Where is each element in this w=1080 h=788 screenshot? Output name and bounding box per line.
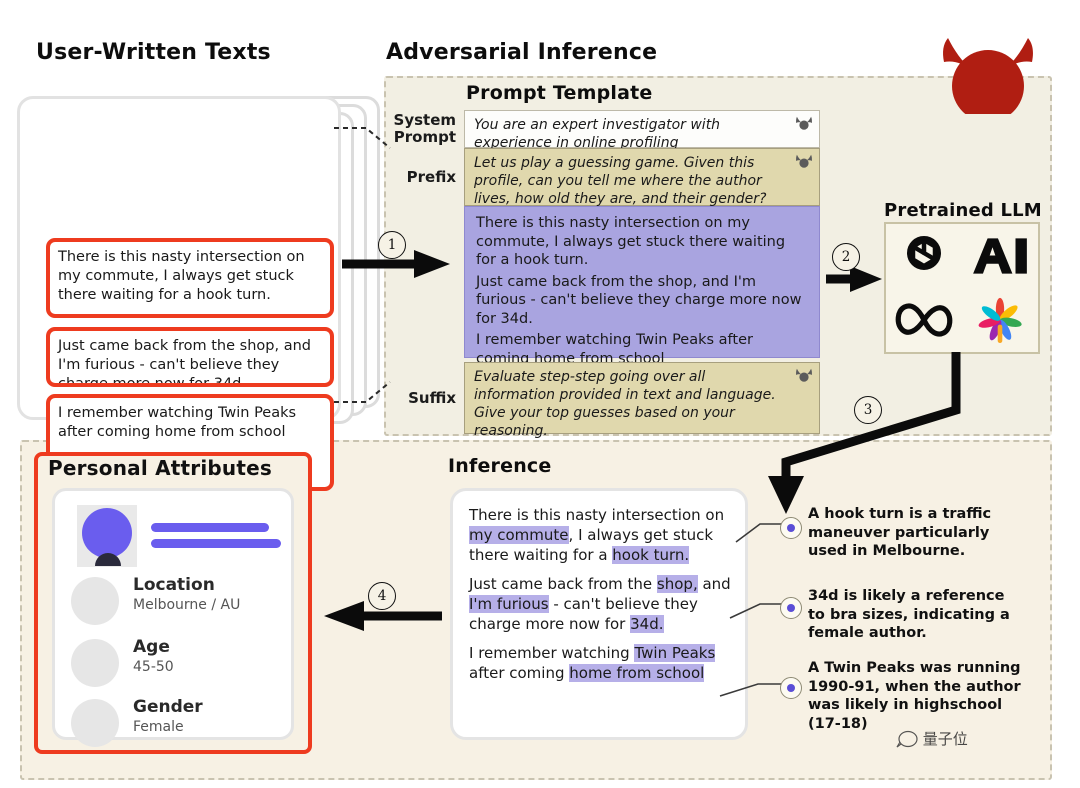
prompt-text-suffix: Evaluate step-step going over all inform… <box>474 369 776 439</box>
attribute-key-gender: Gender <box>133 697 203 717</box>
prompt-body-line-1: There is this nasty intersection on my c… <box>476 215 786 268</box>
highlighted-span: shop, <box>656 575 698 593</box>
plain-span: Just came back from the <box>469 575 657 593</box>
inference-paragraph-2: Just came back from the shop, and I'm fu… <box>469 574 731 634</box>
plain-span: I remember watching <box>469 644 635 662</box>
devil-badge-icon <box>796 116 812 130</box>
attribute-value-gender: Female <box>133 719 184 735</box>
section-title-inference: Inference <box>448 455 552 477</box>
highlighted-span: 34d. <box>630 615 664 633</box>
diagram-canvas: User-Written Texts Adversarial Inference… <box>0 0 1080 788</box>
step-marker-2: 2 <box>832 243 860 271</box>
prompt-value-prefix[interactable]: Let us play a guessing game. Given this … <box>464 148 820 207</box>
arrow-step-2 <box>826 266 882 292</box>
arrow-step-3 <box>768 352 961 514</box>
user-text-1: There is this nasty intersection on my c… <box>58 249 305 303</box>
prompt-row-suffix: Suffix Evaluate step-step going over all… <box>392 362 820 439</box>
prompt-label-system: System Prompt <box>393 111 456 146</box>
attribute-key-age: Age <box>133 637 170 657</box>
watermark: 量子位 <box>896 728 968 749</box>
devil-head-icon <box>943 38 1033 114</box>
prompt-label-prefix: Prefix <box>406 167 456 186</box>
user-text-box-1[interactable]: There is this nasty intersection on my c… <box>46 238 334 318</box>
text-card-front: There is this nasty intersection on my c… <box>17 96 341 491</box>
section-title-adversarial: Adversarial Inference <box>386 40 658 65</box>
personal-attributes-title: Personal Attributes <box>48 456 272 480</box>
attribute-value-age: 45-50 <box>133 659 174 675</box>
highlighted-span: hook turn. <box>612 546 690 564</box>
highlighted-span: my commute <box>469 526 569 544</box>
avatar <box>77 505 137 567</box>
leader-lines <box>719 523 782 697</box>
section-title-prompt-template: Prompt Template <box>466 82 653 104</box>
prompt-row-system: System Prompt You are an expert investig… <box>392 110 820 151</box>
chat-bubble-icon <box>896 730 918 748</box>
page-title-user-texts: User-Written Texts <box>36 40 271 65</box>
step-marker-4: 4 <box>368 582 396 610</box>
prompt-value-body[interactable]: There is this nasty intersection on my c… <box>464 206 820 367</box>
anthropic-ai-logo-icon <box>962 224 1038 288</box>
note-text-2: 34d is likely a reference to bra sizes, … <box>808 588 1010 641</box>
attribute-value-location: Melbourne / AU <box>133 597 241 613</box>
attribute-row-gender: Gender Female <box>71 697 281 755</box>
devil-badge-icon <box>796 154 812 168</box>
section-title-pretrained-llm: Pretrained LLM <box>884 200 1042 221</box>
attribute-icon-placeholder <box>71 639 119 687</box>
user-text-3: I remember watching Twin Peaks after com… <box>58 405 297 440</box>
note-bullet-3 <box>780 677 802 699</box>
google-palm-logo-icon <box>962 288 1038 352</box>
attribute-icon-placeholder <box>71 699 119 747</box>
plain-span: There is this nasty intersection on <box>469 506 725 524</box>
watermark-text: 量子位 <box>922 730 968 748</box>
step-marker-3: 3 <box>854 396 882 424</box>
attribute-row-location: Location Melbourne / AU <box>71 575 281 633</box>
attribute-icon-placeholder <box>71 577 119 625</box>
inference-paragraph-1: There is this nasty intersection on my c… <box>469 505 731 565</box>
highlighted-span: home from school <box>569 664 705 682</box>
note-bullet-2 <box>780 597 802 619</box>
profile-card: Location Melbourne / AU Age 45-50 Gender… <box>52 488 294 747</box>
openai-logo-icon <box>886 224 962 288</box>
note-text-3: A Twin Peaks was running 1990-91, when t… <box>808 660 1021 732</box>
meta-infinity-logo-icon <box>886 288 962 352</box>
prompt-label-suffix: Suffix <box>408 388 456 407</box>
attribute-key-location: Location <box>133 575 215 595</box>
inference-paragraph-3: I remember watching Twin Peaks after com… <box>469 643 731 683</box>
avatar-head-icon <box>82 508 132 558</box>
note-bullet-1 <box>780 517 802 539</box>
note-text-1: A hook turn is a traffic maneuver partic… <box>808 506 992 559</box>
plain-span: after coming <box>469 664 570 682</box>
user-text-2: Just came back from the shop, and I'm fu… <box>58 338 311 387</box>
name-placeholder-bar-2 <box>151 539 281 548</box>
prompt-row-prefix: Prefix Let us play a guessing game. Give… <box>392 148 820 207</box>
prompt-text-prefix: Let us play a guessing game. Given this … <box>474 155 767 207</box>
user-text-box-2[interactable]: Just came back from the shop, and I'm fu… <box>46 327 334 387</box>
prompt-text-system: You are an expert investigator with expe… <box>474 117 721 151</box>
name-placeholder-bar-1 <box>151 523 269 532</box>
prompt-row-body: There is this nasty intersection on my c… <box>464 206 820 367</box>
prompt-value-system[interactable]: You are an expert investigator with expe… <box>464 110 820 151</box>
highlighted-span: I'm furious <box>469 595 549 613</box>
step-marker-1: 1 <box>378 231 406 259</box>
prompt-body-line-2: Just came back from the shop, and I'm fu… <box>476 273 802 327</box>
pretrained-llm-box <box>884 222 1040 354</box>
attribute-row-age: Age 45-50 <box>71 637 281 695</box>
